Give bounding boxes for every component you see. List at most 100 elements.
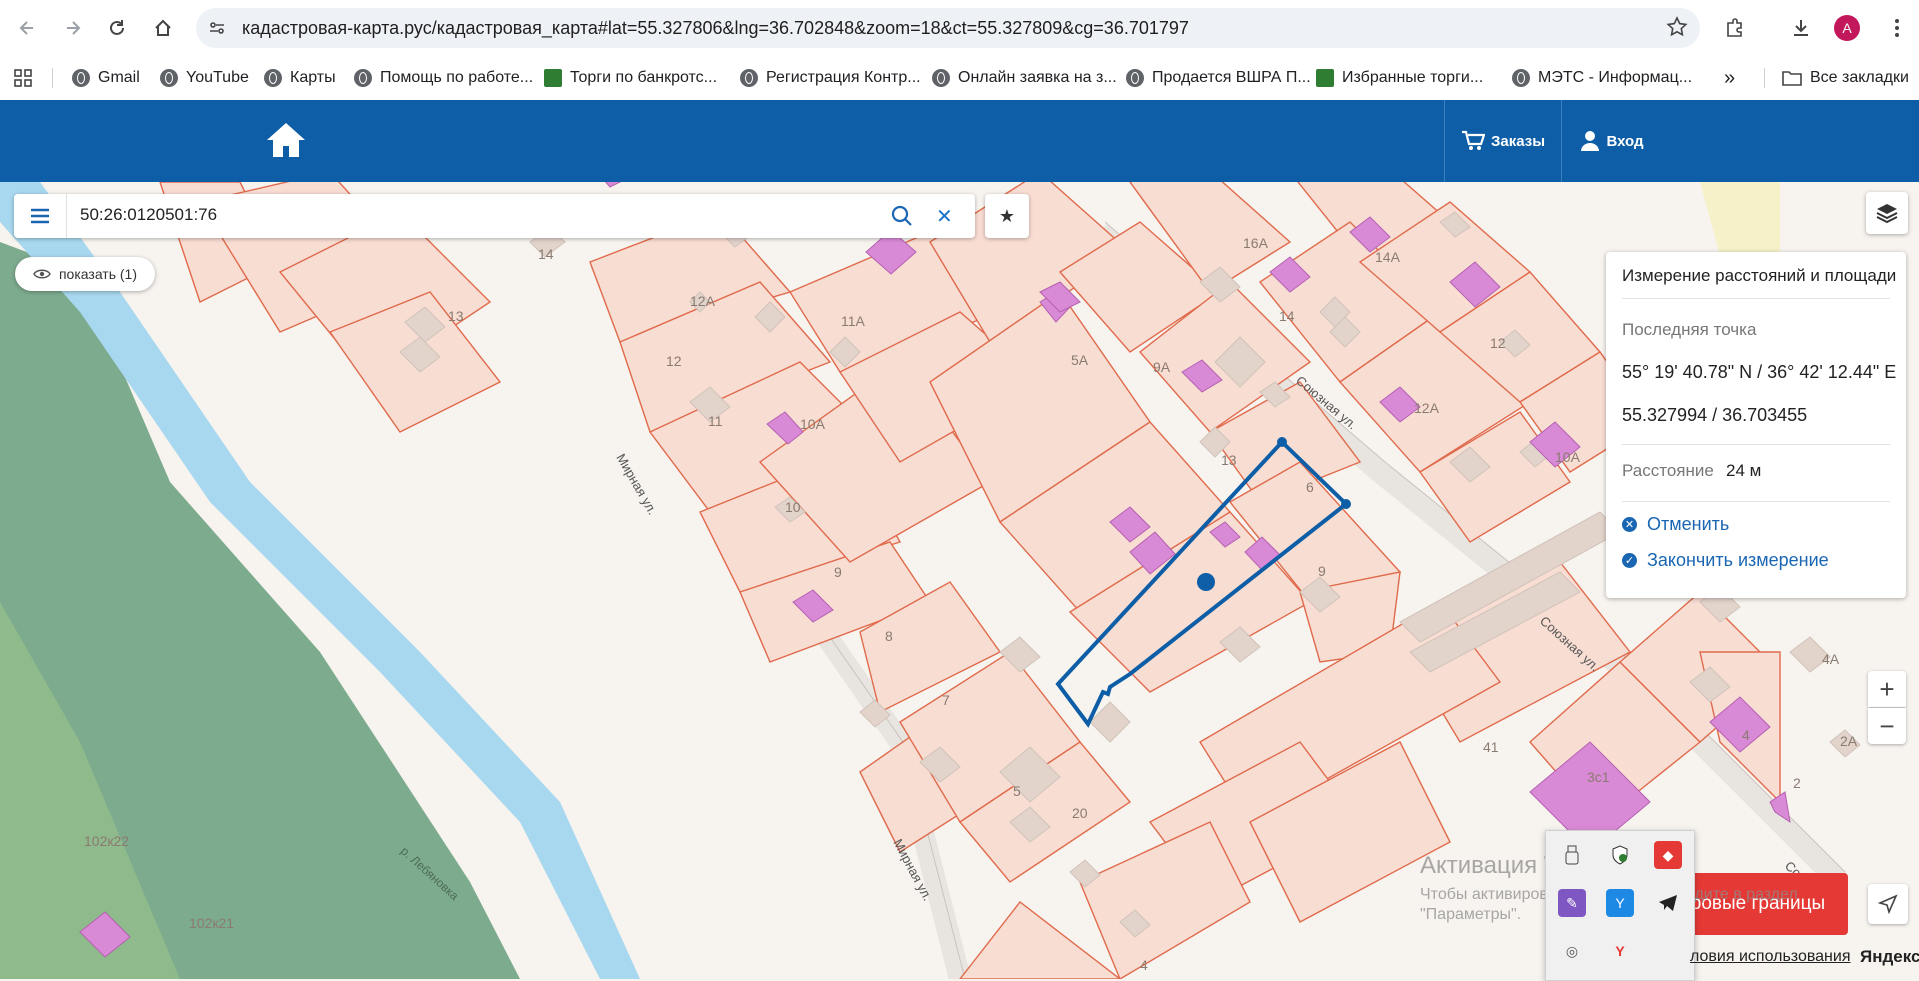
pen-icon[interactable]: ✎ [1558,889,1586,917]
orders-button[interactable]: Заказы [1444,100,1562,182]
svg-text:9А: 9А [1153,359,1171,375]
bookmark-item[interactable]: Торги по банкротс... [544,66,717,90]
finish-label: Закончить измерение [1647,550,1829,570]
globe-icon [1512,69,1530,87]
all-bookmarks-button[interactable]: Все закладки [1782,66,1909,90]
hammer-icon [1316,69,1334,87]
parcel-marker[interactable] [1197,573,1215,591]
site-info-icon[interactable] [204,15,230,41]
svg-text:10А: 10А [1555,449,1581,465]
svg-text:2: 2 [1793,775,1801,791]
forward-arrow-icon [67,21,81,35]
bookmark-item[interactable]: Продается ВШРА П... [1126,66,1311,90]
svg-text:9: 9 [1318,563,1326,579]
login-button[interactable]: Вход [1562,100,1662,182]
hamburger-icon [31,208,49,224]
browser-toolbar: кадастровая-карта.рус/кадастровая_карта#… [0,0,1919,56]
favorite-button[interactable]: ★ [985,194,1029,238]
finish-measure-button[interactable]: ✓ Закончить измерение [1622,550,1829,571]
yandex-browser-icon[interactable]: Y [1606,937,1634,965]
login-label: Вход [1606,132,1644,150]
globe-icon [160,69,178,87]
search-bar: 50:26:0120501:76 ✕ [14,194,975,238]
bookmark-label: Gmail [98,69,140,86]
site-header: Заказы Вход [0,100,1919,182]
eye-icon [33,269,51,279]
svg-text:5: 5 [1013,783,1021,799]
svg-text:9: 9 [834,564,842,580]
search-input[interactable]: 50:26:0120501:76 [80,205,217,225]
system-tray-popup: ◆ ✎ Y ◎ Y [1545,830,1695,981]
folder-icon [1782,71,1802,86]
download-icon [1794,20,1808,36]
home-button[interactable] [146,11,180,45]
bookmark-item[interactable]: Онлайн заявка на з... [932,66,1117,90]
layers-icon [1876,204,1898,224]
forward-button[interactable] [56,11,90,45]
measure-vertex[interactable] [1341,499,1351,509]
bookmark-item[interactable]: Карты [264,66,336,90]
coordinates-dms: 55° 19' 40.78" N / 36° 42' 12.44" E [1622,362,1897,382]
back-arrow-icon [19,21,33,35]
bookmark-item[interactable]: Избранные торги... [1316,66,1483,90]
show-label: показать (1) [58,266,138,282]
browser-menu-button[interactable] [1880,11,1914,45]
search-icon[interactable] [890,204,914,233]
bookmark-star-icon[interactable] [1666,16,1688,43]
bookmark-item[interactable]: Помощь по работе... [354,66,533,90]
bookmarks-divider [52,68,53,88]
svg-text:4А: 4А [1822,651,1840,667]
svg-text:12: 12 [1490,335,1506,351]
anydesk-icon[interactable]: ◆ [1654,841,1682,869]
url-text[interactable]: кадастровая-карта.рус/кадастровая_карта#… [242,18,1189,39]
shield-icon[interactable] [1606,841,1634,869]
bookmark-item[interactable]: YouTube [160,66,249,90]
back-button[interactable] [10,11,44,45]
downloads-button[interactable] [1784,11,1818,45]
home-outline-icon [155,19,171,36]
svg-text:10: 10 [785,499,801,515]
bookmark-item[interactable]: МЭТС - Информац... [1512,66,1692,90]
zoom-in-button[interactable]: + [1868,671,1906,707]
svg-text:4: 4 [1140,957,1148,973]
svg-text:14: 14 [538,246,554,262]
zoom-out-button[interactable]: − [1868,708,1906,744]
svg-text:11А: 11А [841,313,866,329]
bookmark-item[interactable]: Регистрация Контр... [740,66,921,90]
distance-label: Расстояние [1622,461,1714,480]
yandex-messenger-icon[interactable]: Y [1606,889,1634,917]
svg-text:12А: 12А [1414,400,1440,416]
more-bookmarks-icon[interactable]: » [1724,66,1735,90]
telegram-icon[interactable] [1654,889,1682,917]
svg-text:16А: 16А [1243,235,1269,251]
extensions-button[interactable] [1718,11,1752,45]
bookmark-item[interactable]: Gmail [72,66,140,90]
distance-value: 24 м [1726,461,1762,480]
address-bar[interactable]: кадастровая-карта.рус/кадастровая_карта#… [196,8,1700,48]
layers-button[interactable] [1866,192,1908,234]
panel-divider [1622,444,1890,445]
show-button[interactable]: показать (1) [15,257,155,291]
svg-text:7: 7 [942,692,950,708]
svg-text:13: 13 [448,308,464,324]
clear-icon[interactable]: ✕ [936,204,953,229]
svg-text:5А: 5А [1071,352,1089,368]
bookmark-label: МЭТС - Информац... [1538,69,1693,86]
measure-vertex[interactable] [1277,437,1287,447]
menu-button[interactable] [14,194,67,238]
svg-text:14: 14 [1279,308,1295,324]
globe-icon [740,69,758,87]
reload-icon [110,20,124,35]
profile-avatar[interactable]: A [1834,15,1860,41]
terms-of-use-link[interactable]: ловия использования [1690,948,1851,966]
home-icon[interactable] [264,120,308,160]
svg-text:12: 12 [666,353,682,369]
usb-drive-icon[interactable] [1558,841,1586,869]
apps-icon[interactable] [14,66,32,90]
bookmark-label: Избранные торги... [1342,69,1484,86]
panel-divider [1622,298,1890,299]
globe-icon [932,69,950,87]
reload-button[interactable] [100,11,134,45]
cancel-measure-button[interactable]: ✕ Отменить [1622,514,1729,535]
network-icon[interactable]: ◎ [1558,937,1586,965]
